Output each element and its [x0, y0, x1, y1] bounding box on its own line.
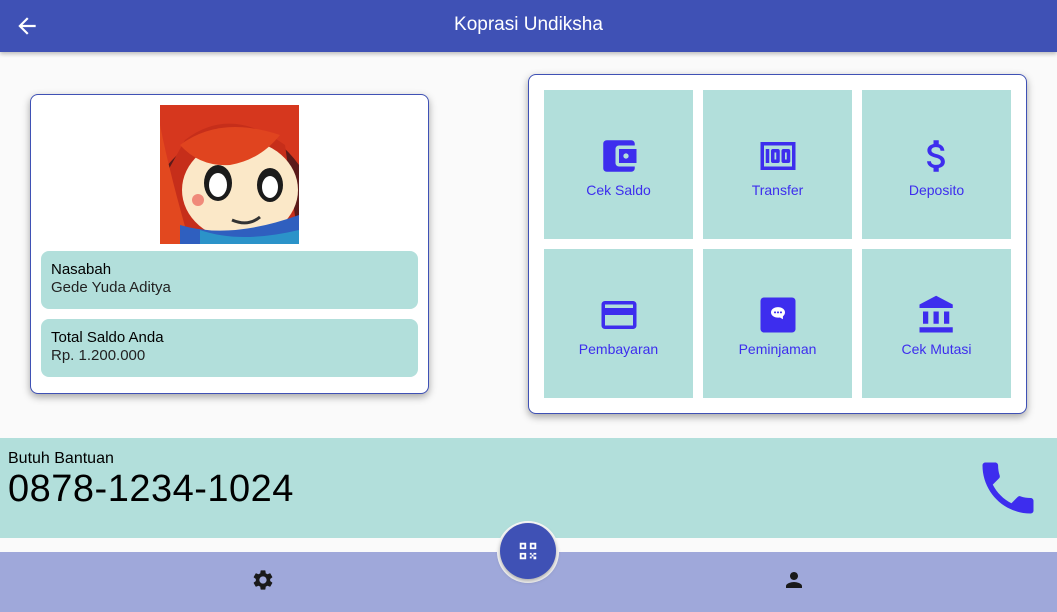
balance-label: Total Saldo Anda: [51, 329, 164, 346]
phone-icon[interactable]: [974, 454, 1042, 522]
cek-saldo-button[interactable]: Cek Saldo: [544, 90, 693, 239]
money-icon: [760, 142, 796, 170]
pembayaran-button[interactable]: Pembayaran: [544, 249, 693, 398]
settings-icon[interactable]: [251, 568, 275, 592]
dollar-icon: [927, 140, 945, 172]
bank-icon: [919, 295, 953, 333]
customer-name: Gede Yuda Aditya: [51, 279, 171, 296]
app-bar: Koprasi Undiksha: [0, 0, 1057, 52]
help-label: Butuh Bantuan: [8, 450, 114, 467]
person-icon[interactable]: [782, 568, 806, 592]
cek-mutasi-button[interactable]: Cek Mutasi: [862, 249, 1011, 398]
peminjaman-button[interactable]: Peminjaman: [703, 249, 852, 398]
transfer-label: Transfer: [751, 182, 804, 198]
balance-value: Rp. 1.200.000: [51, 347, 146, 364]
customer-info: Nasabah Gede Yuda Aditya: [41, 251, 418, 309]
balance-info: Total Saldo Anda Rp. 1.200.000: [41, 319, 418, 377]
qr-scan-icon: [519, 542, 537, 560]
credit-card-icon: [601, 301, 637, 329]
profile-card: Nasabah Gede Yuda Aditya Total Saldo And…: [30, 94, 429, 394]
avatar: [160, 105, 299, 244]
qr-scan-button[interactable]: [500, 523, 556, 579]
page-title: Koprasi Undiksha: [454, 14, 603, 35]
deposito-button[interactable]: Deposito: [862, 90, 1011, 239]
pembayaran-label: Pembayaran: [578, 341, 659, 357]
cek-saldo-label: Cek Saldo: [586, 182, 651, 198]
cek-mutasi-label: Cek Mutasi: [901, 341, 972, 357]
help-phone-number: 0878-1234-1024: [8, 468, 294, 510]
deposito-label: Deposito: [908, 182, 965, 198]
chat-bubble-icon: [760, 297, 796, 333]
transfer-button[interactable]: Transfer: [703, 90, 852, 239]
wallet-icon: [603, 140, 637, 172]
peminjaman-label: Peminjaman: [738, 341, 817, 357]
customer-label: Nasabah: [51, 261, 112, 278]
menu-grid: Cek Saldo Transfer Deposito Pembayaran P…: [528, 74, 1027, 414]
